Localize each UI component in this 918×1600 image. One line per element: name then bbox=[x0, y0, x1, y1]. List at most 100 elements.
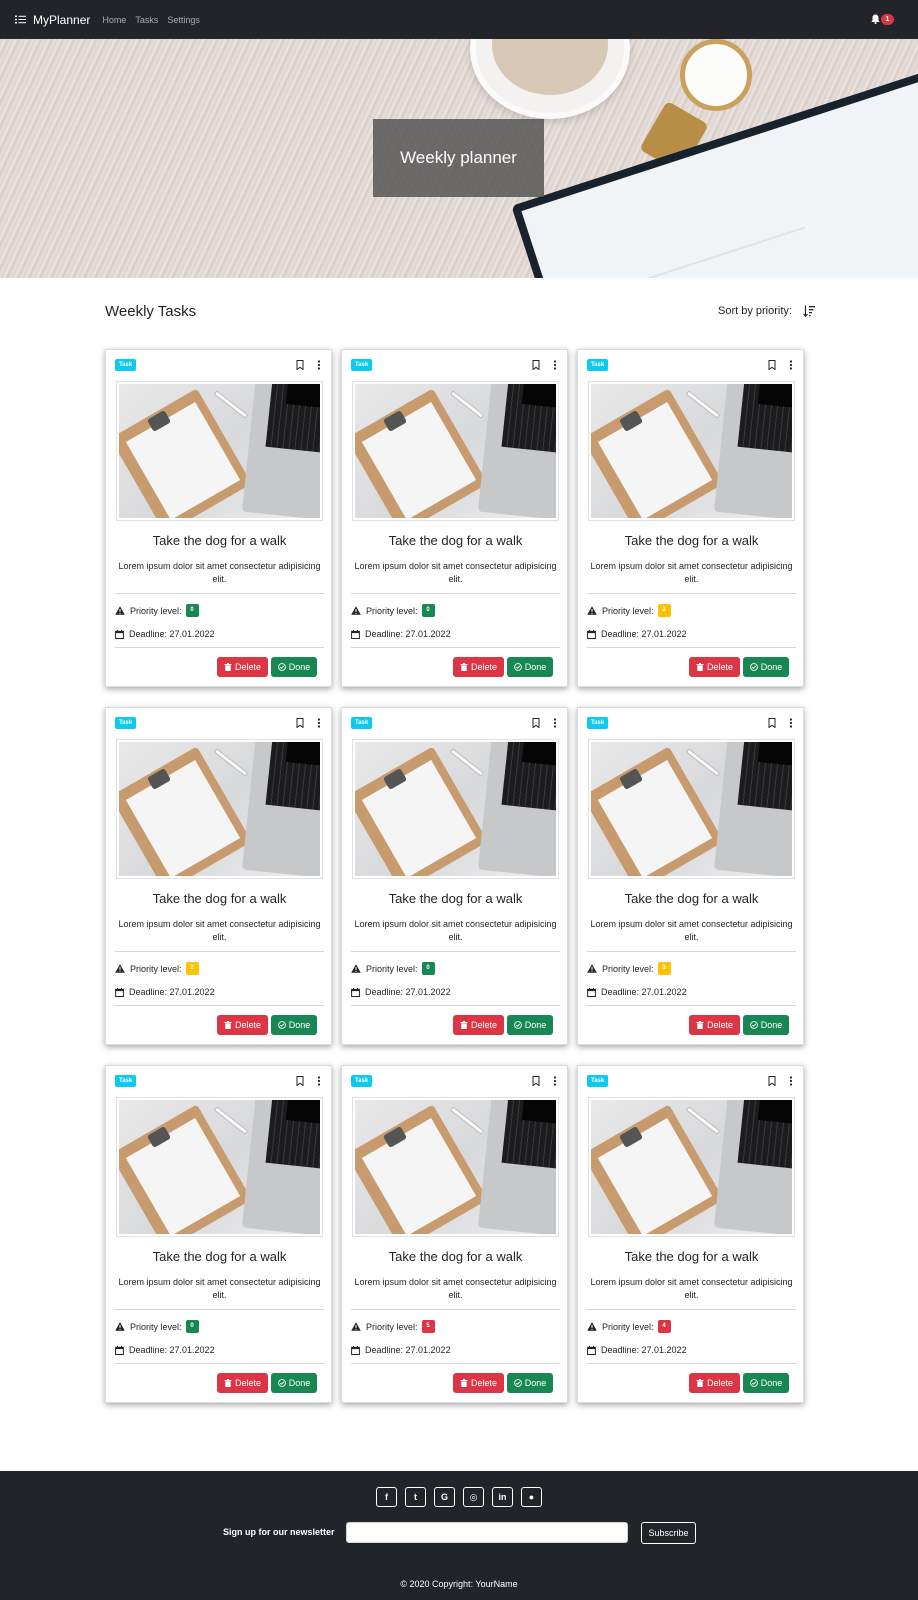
task-card: Task Take the dog for a walk Lorem ipsum d… bbox=[105, 349, 332, 687]
done-button[interactable]: Done bbox=[743, 1015, 789, 1035]
bookmark-icon[interactable] bbox=[768, 1076, 776, 1086]
deadline-row: Deadline: 27.01.2022 bbox=[351, 987, 451, 997]
delete-button[interactable]: Delete bbox=[689, 657, 740, 677]
notification-badge: 1 bbox=[881, 14, 894, 25]
bookmark-icon[interactable] bbox=[296, 360, 304, 370]
github-icon: ● bbox=[528, 1492, 535, 1502]
delete-button[interactable]: Delete bbox=[689, 1373, 740, 1393]
bookmark-icon[interactable] bbox=[768, 360, 776, 370]
bookmark-icon[interactable] bbox=[532, 360, 540, 370]
task-tag: Task bbox=[351, 717, 373, 729]
check-circle-icon bbox=[749, 1021, 758, 1029]
done-label: Done bbox=[524, 1020, 547, 1030]
delete-label: Delete bbox=[234, 662, 261, 672]
bookmark-icon[interactable] bbox=[768, 718, 776, 728]
calendar-icon bbox=[351, 1345, 360, 1355]
more-options-icon[interactable] bbox=[788, 718, 794, 728]
check-circle-icon bbox=[513, 1379, 522, 1387]
delete-button[interactable]: Delete bbox=[217, 1015, 268, 1035]
delete-label: Delete bbox=[234, 1378, 261, 1388]
done-button[interactable]: Done bbox=[507, 657, 553, 677]
divider bbox=[115, 951, 324, 952]
delete-button[interactable]: Delete bbox=[453, 1373, 504, 1393]
done-button[interactable]: Done bbox=[743, 1373, 789, 1393]
task-title: Take the dog for a walk bbox=[152, 533, 287, 548]
facebook-icon: f bbox=[385, 1492, 388, 1502]
done-button[interactable]: Done bbox=[507, 1373, 553, 1393]
priority-badge: 4 bbox=[657, 1320, 671, 1333]
done-button[interactable]: Done bbox=[271, 1373, 317, 1393]
priority-row: Priority level: 5 bbox=[351, 1320, 435, 1333]
priority-label: Priority level: bbox=[366, 1321, 418, 1332]
priority-label: Priority level: bbox=[366, 605, 418, 616]
subscribe-button[interactable]: Subscribe bbox=[641, 1522, 696, 1544]
more-options-icon[interactable] bbox=[552, 360, 558, 370]
google-button[interactable]: G bbox=[434, 1487, 455, 1507]
done-button[interactable]: Done bbox=[507, 1015, 553, 1035]
bell-icon[interactable] bbox=[871, 14, 880, 24]
done-button[interactable]: Done bbox=[743, 657, 789, 677]
task-image bbox=[352, 1097, 559, 1237]
more-options-icon[interactable] bbox=[788, 360, 794, 370]
delete-button[interactable]: Delete bbox=[689, 1015, 740, 1035]
bookmark-icon[interactable] bbox=[532, 1076, 540, 1086]
facebook-button[interactable]: f bbox=[376, 1487, 397, 1507]
priority-badge: 3 bbox=[657, 604, 671, 617]
done-button[interactable]: Done bbox=[271, 657, 317, 677]
task-tag: Task bbox=[587, 717, 609, 729]
more-options-icon[interactable] bbox=[788, 1076, 794, 1086]
newsletter-email-input[interactable] bbox=[346, 1522, 628, 1543]
delete-button[interactable]: Delete bbox=[217, 657, 268, 677]
divider bbox=[587, 1005, 796, 1006]
warning-icon bbox=[351, 964, 361, 973]
delete-button[interactable]: Delete bbox=[217, 1373, 268, 1393]
task-description: Lorem ipsum dolor sit amet consectetur a… bbox=[354, 1277, 557, 1300]
bookmark-icon[interactable] bbox=[296, 718, 304, 728]
task-tag: Task bbox=[351, 1075, 373, 1087]
nav-link-home[interactable]: Home bbox=[102, 15, 126, 25]
more-options-icon[interactable] bbox=[316, 360, 322, 370]
done-label: Done bbox=[288, 1020, 311, 1030]
done-button[interactable]: Done bbox=[271, 1015, 317, 1035]
task-card: Task Take the dog for a walk Lorem ipsum d… bbox=[341, 707, 568, 1045]
more-options-icon[interactable] bbox=[552, 718, 558, 728]
done-label: Done bbox=[760, 1020, 783, 1030]
nav-link-tasks[interactable]: Tasks bbox=[135, 15, 158, 25]
more-options-icon[interactable] bbox=[316, 1076, 322, 1086]
delete-label: Delete bbox=[234, 1020, 261, 1030]
priority-row: Priority level: 2 bbox=[115, 962, 199, 975]
list-check-icon bbox=[15, 15, 26, 24]
trash-icon bbox=[460, 1379, 468, 1387]
bookmark-icon[interactable] bbox=[532, 718, 540, 728]
delete-button[interactable]: Delete bbox=[453, 657, 504, 677]
calendar-icon bbox=[115, 629, 124, 639]
priority-badge: 5 bbox=[421, 1320, 435, 1333]
sort-numeric-icon[interactable] bbox=[803, 305, 815, 317]
brand[interactable]: MyPlanner bbox=[15, 13, 90, 27]
priority-badge: 3 bbox=[657, 962, 671, 975]
card-header: Task bbox=[587, 1075, 796, 1088]
divider bbox=[587, 593, 796, 594]
instagram-button[interactable]: ◎ bbox=[463, 1487, 484, 1507]
task-tag: Task bbox=[587, 359, 609, 371]
bookmark-icon[interactable] bbox=[296, 1076, 304, 1086]
deadline-row: Deadline: 27.01.2022 bbox=[115, 629, 215, 639]
github-button[interactable]: ● bbox=[521, 1487, 542, 1507]
deadline-text: Deadline: 27.01.2022 bbox=[365, 629, 451, 639]
check-circle-icon bbox=[749, 663, 758, 671]
task-description: Lorem ipsum dolor sit amet consectetur a… bbox=[590, 919, 793, 942]
nav-link-settings[interactable]: Settings bbox=[167, 15, 200, 25]
divider bbox=[351, 593, 560, 594]
task-description: Lorem ipsum dolor sit amet consectetur a… bbox=[118, 1277, 321, 1300]
more-options-icon[interactable] bbox=[552, 1076, 558, 1086]
twitter-button[interactable]: t bbox=[405, 1487, 426, 1507]
task-title: Take the dog for a walk bbox=[624, 891, 759, 906]
divider bbox=[115, 1363, 324, 1364]
linkedin-button[interactable]: in bbox=[492, 1487, 513, 1507]
priority-label: Priority level: bbox=[130, 605, 182, 616]
trash-icon bbox=[224, 663, 232, 671]
divider bbox=[115, 1005, 324, 1006]
delete-button[interactable]: Delete bbox=[453, 1015, 504, 1035]
deadline-text: Deadline: 27.01.2022 bbox=[365, 987, 451, 997]
more-options-icon[interactable] bbox=[316, 718, 322, 728]
